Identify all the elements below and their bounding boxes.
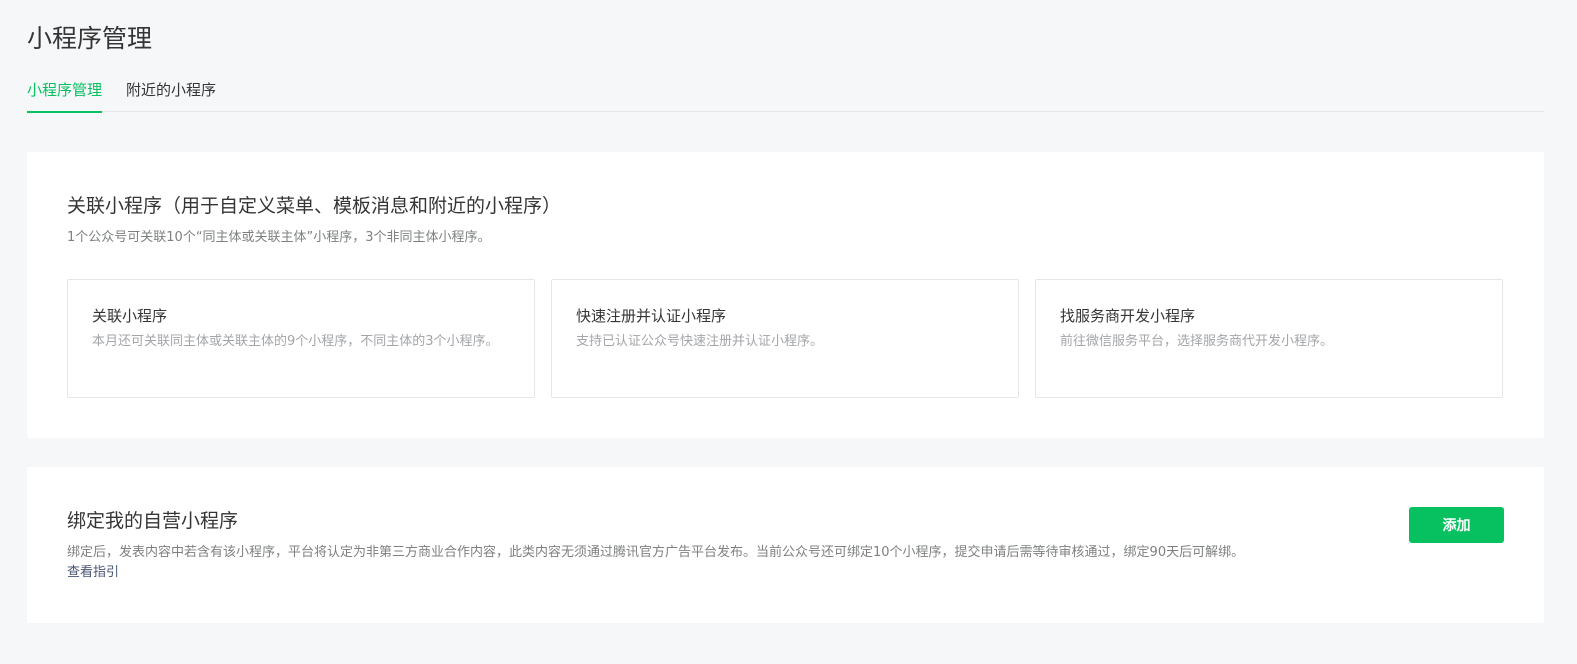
bind-mini-program-card: 绑定我的自营小程序 绑定后，发表内容中若含有该小程序，平台将认定为非第三方商业合… [27,467,1544,623]
bind-section-title: 绑定我的自营小程序 [67,510,239,532]
link-section-description: 1个公众号可关联10个“同主体或关联主体”小程序，3个非同主体小程序。 [67,230,491,245]
tab-mini-program-management[interactable]: 小程序管理 [27,78,103,113]
option-description: 前往微信服务平台，选择服务商代开发小程序。 [1060,334,1334,349]
link-options: 关联小程序 本月还可关联同主体或关联主体的9个小程序，不同主体的3个小程序。 快… [67,279,1503,398]
add-button[interactable]: 添加 [1409,507,1504,543]
option-find-service-provider[interactable]: 找服务商开发小程序 前往微信服务平台，选择服务商代开发小程序。 [1035,279,1503,398]
tab-nearby-mini-programs[interactable]: 附近的小程序 [126,78,216,112]
link-mini-program-card: 关联小程序（用于自定义菜单、模板消息和附近的小程序） 1个公众号可关联10个“同… [27,152,1544,438]
page-title: 小程序管理 [27,24,153,53]
option-title: 找服务商开发小程序 [1060,307,1196,325]
bind-section-description: 绑定后，发表内容中若含有该小程序，平台将认定为非第三方商业合作内容，此类内容无须… [67,545,1245,560]
option-description: 支持已认证公众号快速注册并认证小程序。 [576,334,824,349]
view-guide-link[interactable]: 查看指引 [67,563,119,583]
option-quick-register[interactable]: 快速注册并认证小程序 支持已认证公众号快速注册并认证小程序。 [551,279,1019,398]
page: 小程序管理 小程序管理 附近的小程序 关联小程序（用于自定义菜单、模板消息和附近… [0,0,1577,664]
link-section-title: 关联小程序（用于自定义菜单、模板消息和附近的小程序） [67,195,562,217]
option-title: 关联小程序 [92,307,168,325]
option-link-mini-program[interactable]: 关联小程序 本月还可关联同主体或关联主体的9个小程序，不同主体的3个小程序。 [67,279,535,398]
tab-bar: 小程序管理 附近的小程序 [27,78,1544,113]
option-description: 本月还可关联同主体或关联主体的9个小程序，不同主体的3个小程序。 [92,334,499,349]
option-title: 快速注册并认证小程序 [576,307,727,325]
